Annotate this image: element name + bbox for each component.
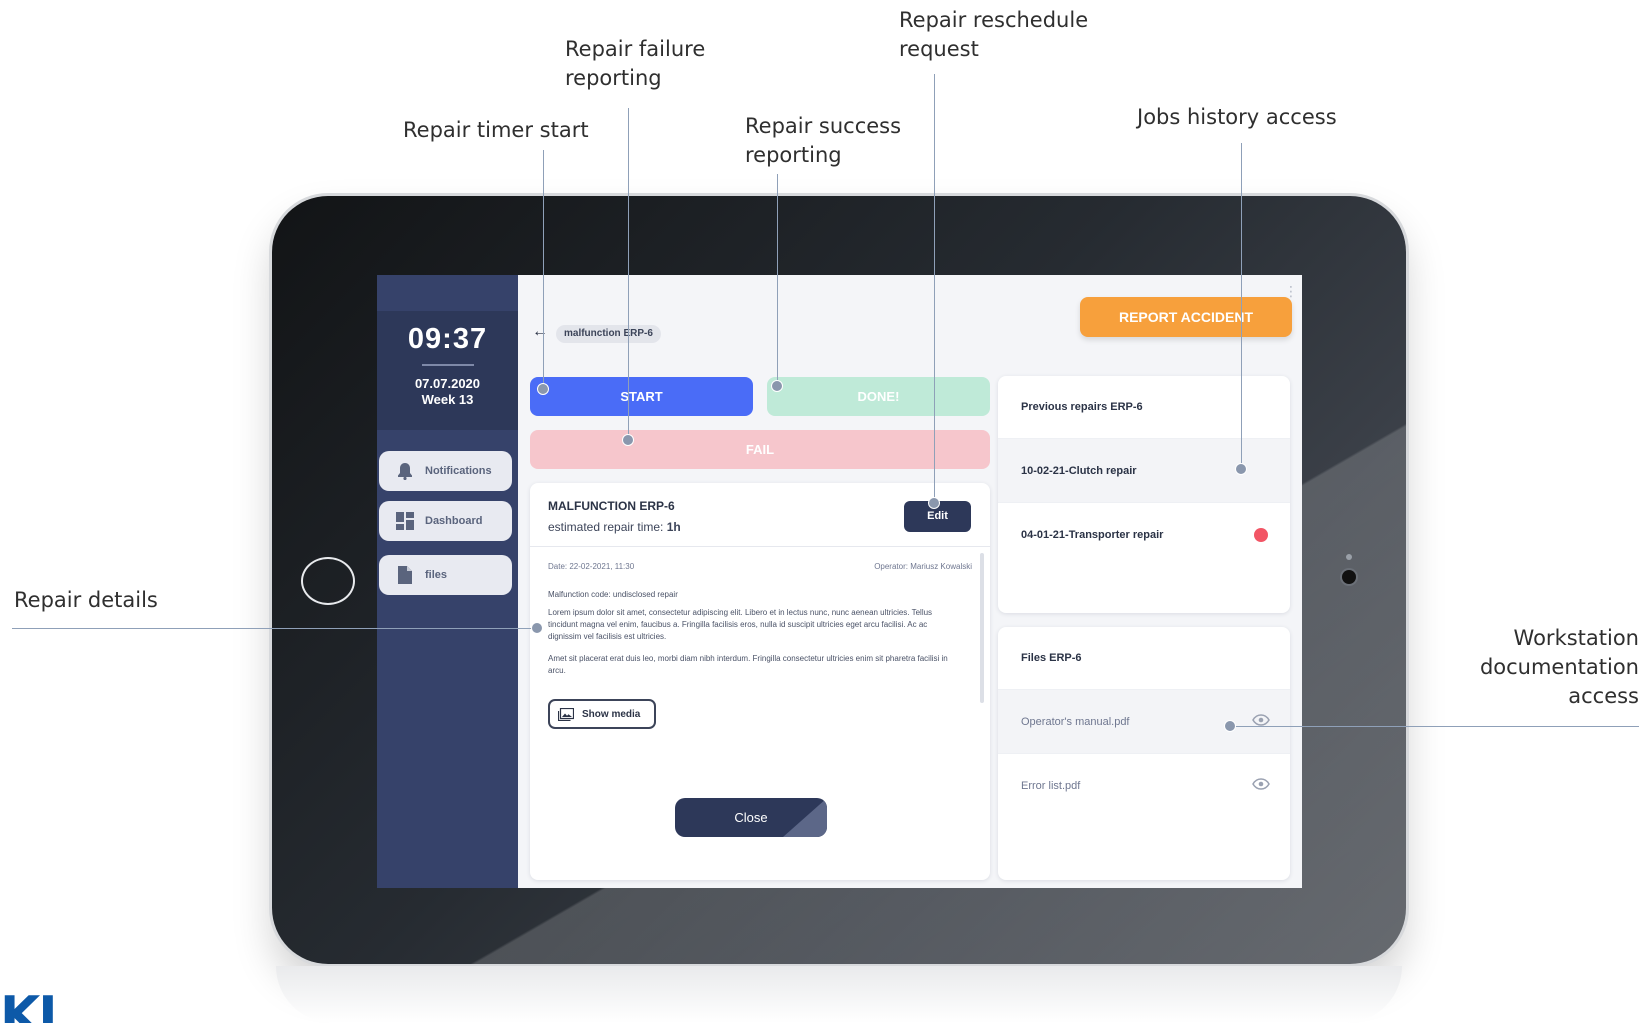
estimate-value: 1h <box>666 520 681 534</box>
leader-line-failure <box>628 108 629 440</box>
clock-divider <box>421 364 474 366</box>
description-paragraph-1: Lorem ipsum dolor sit amet, consectetur … <box>548 608 933 641</box>
file-item[interactable]: Operator's manual.pdf <box>998 689 1290 753</box>
marker-failure <box>622 434 634 446</box>
file-item-label: Operator's manual.pdf <box>1021 716 1130 728</box>
malfunction-title: MALFUNCTION ERP-6 <box>548 499 675 513</box>
leader-line-details <box>12 628 537 629</box>
leader-line-history <box>1241 143 1242 469</box>
close-button[interactable]: Close <box>675 798 827 837</box>
callout-repair-details: Repair details <box>14 588 158 612</box>
show-media-label: Show media <box>582 708 641 720</box>
files-panel: Files ERP-6 Operator's manual.pdf Error … <box>998 627 1290 880</box>
dashboard-icon <box>395 512 415 530</box>
file-icon <box>395 566 415 584</box>
breadcrumb: malfunction ERP-6 <box>556 325 661 343</box>
alert-dot-icon <box>1254 528 1268 542</box>
clock-week: Week 13 <box>421 392 474 407</box>
show-media-button[interactable]: Show media <box>548 699 656 729</box>
start-button[interactable]: START <box>530 377 753 416</box>
file-item[interactable]: Error list.pdf <box>998 753 1290 817</box>
more-menu-icon[interactable]: ⋮ <box>1284 283 1298 300</box>
callout-jobs-history: Jobs history access <box>1137 105 1337 129</box>
sidebar-item-label: Notifications <box>425 465 492 477</box>
app-screen: 09:37 07.07.2020 Week 13 Notifications D… <box>377 275 1302 888</box>
callout-timer-start: Repair timer start <box>403 118 589 142</box>
previous-repairs-panel: Previous repairs ERP-6 10-02-21-Clutch r… <box>998 376 1290 613</box>
sidebar-item-label: files <box>425 569 448 581</box>
marker-reschedule <box>928 497 940 509</box>
card-divider <box>530 546 990 547</box>
leader-line-success <box>777 174 778 386</box>
estimate-label: estimated repair time: <box>548 520 664 534</box>
done-button[interactable]: DONE! <box>767 377 990 416</box>
history-item-label: 04-01-21-Transporter repair <box>1021 529 1164 541</box>
sidebar-item-dashboard[interactable]: Dashboard <box>379 501 512 541</box>
marker-history <box>1235 463 1247 475</box>
clock-date: 07.07.2020 <box>414 376 481 391</box>
leader-line-timer <box>543 150 544 388</box>
leader-line-docs <box>1230 726 1639 727</box>
image-icon <box>558 707 574 721</box>
repair-operator: Operator: Mariusz Kowalski <box>874 562 972 571</box>
previous-repairs-title: Previous repairs ERP-6 <box>1021 401 1143 413</box>
eye-icon[interactable] <box>1252 778 1270 790</box>
home-button[interactable] <box>301 557 355 605</box>
callout-failure-reporting: Repair failure reporting <box>565 37 706 90</box>
history-item[interactable]: 04-01-21-Transporter repair <box>998 502 1290 566</box>
marker-success <box>771 380 783 392</box>
marker-details <box>531 622 543 634</box>
callout-success-reporting: Repair success reporting <box>745 114 902 167</box>
bell-icon <box>395 462 415 480</box>
fail-button[interactable]: FAIL <box>530 430 990 469</box>
tablet-reflection <box>276 966 1402 1023</box>
sidebar: 09:37 07.07.2020 Week 13 Notifications D… <box>377 275 518 888</box>
callout-reschedule-request: Repair reschedule request <box>899 8 1089 61</box>
details-scrollbar[interactable] <box>980 553 984 703</box>
estimated-time: estimated repair time: 1h <box>548 520 681 534</box>
sidebar-item-files[interactable]: files <box>379 555 512 595</box>
history-item-label: 10-02-21-Clutch repair <box>1021 465 1137 477</box>
files-title: Files ERP-6 <box>1021 652 1082 664</box>
sidebar-item-notifications[interactable]: Notifications <box>379 451 512 491</box>
marker-timer <box>537 383 549 395</box>
close-label: Close <box>734 810 768 825</box>
repair-details-card: MALFUNCTION ERP-6 estimated repair time:… <box>530 483 990 880</box>
file-item-label: Error list.pdf <box>1021 780 1081 792</box>
sensor-dot <box>1346 554 1352 560</box>
clock-panel: 09:37 07.07.2020 Week 13 <box>377 311 518 430</box>
close-button-decoration <box>783 798 827 837</box>
clock-time: 09:37 <box>407 323 488 355</box>
back-arrow-icon[interactable]: ← <box>532 323 548 341</box>
report-accident-button[interactable]: REPORT ACCIDENT <box>1080 297 1292 337</box>
marker-docs <box>1224 720 1236 732</box>
description-paragraph-2: Amet sit placerat erat duis leo, morbi d… <box>548 654 948 675</box>
main-content: ← malfunction ERP-6 REPORT ACCIDENT ⋮ ST… <box>518 275 1302 888</box>
sidebar-item-label: Dashboard <box>425 515 483 527</box>
repair-date: Date: 22-02-2021, 11:30 <box>548 562 635 571</box>
brand-logo: KI <box>0 986 58 1023</box>
malfunction-code: Malfunction code: undisclosed repair <box>548 590 678 599</box>
camera-icon <box>1342 570 1356 584</box>
callout-workstation-docs: Workstation documentation access <box>1479 626 1639 708</box>
leader-line-reschedule <box>934 74 935 503</box>
eye-icon[interactable] <box>1252 714 1270 726</box>
